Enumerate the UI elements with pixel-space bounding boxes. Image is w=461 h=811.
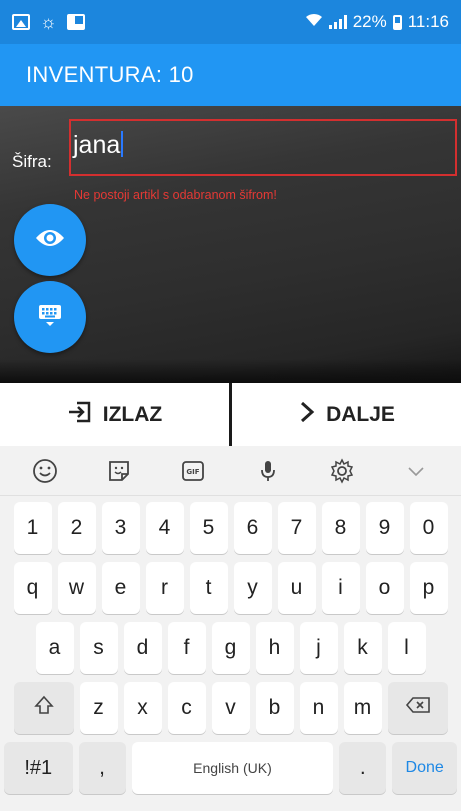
key[interactable]: b xyxy=(255,682,294,734)
next-label: DALJE xyxy=(326,402,395,426)
brightness-notification-icon: ☼ xyxy=(40,12,57,32)
keyboard-row-home: a s d f g h j k l xyxy=(4,622,457,674)
key[interactable]: c xyxy=(167,682,206,734)
exit-button[interactable]: IZLAZ xyxy=(0,383,229,446)
key[interactable]: 1 xyxy=(13,502,52,554)
key[interactable]: d xyxy=(123,622,162,674)
action-bar: IZLAZ DALJE xyxy=(0,383,461,446)
key[interactable]: q xyxy=(13,562,52,614)
code-label: Šifra: xyxy=(12,152,52,171)
exit-icon xyxy=(67,399,93,431)
page-title: INVENTURA: 10 xyxy=(26,62,194,87)
chevron-right-icon xyxy=(298,400,316,430)
key[interactable]: l xyxy=(387,622,426,674)
key[interactable]: k xyxy=(343,622,382,674)
app-bar: INVENTURA: 10 xyxy=(0,44,461,106)
error-message: Ne postoji artikl s odabranom šifrom! xyxy=(74,188,277,202)
signal-icon xyxy=(328,15,347,29)
settings-gear-icon[interactable] xyxy=(327,456,357,486)
app-notification-icon xyxy=(66,14,85,30)
period-key[interactable]: . xyxy=(339,742,387,794)
keyboard-row-numbers: 1 2 3 4 5 6 7 8 9 0 xyxy=(4,502,457,554)
code-input[interactable]: jana xyxy=(69,119,457,176)
keyboard-icon xyxy=(37,302,63,333)
exit-label: IZLAZ xyxy=(102,402,163,426)
keyboard-toolbar: GIF xyxy=(0,446,461,496)
key[interactable]: 0 xyxy=(409,502,448,554)
key[interactable]: e xyxy=(101,562,140,614)
key[interactable]: a xyxy=(35,622,74,674)
keyboard-row-bottom: z x c v b n m xyxy=(4,682,457,734)
key[interactable]: h xyxy=(255,622,294,674)
sticker-icon[interactable] xyxy=(104,456,134,486)
key[interactable]: r xyxy=(145,562,184,614)
microphone-icon[interactable] xyxy=(253,456,283,486)
done-key[interactable]: Done xyxy=(392,742,457,794)
emoji-icon[interactable] xyxy=(30,456,60,486)
key[interactable]: o xyxy=(365,562,404,614)
eye-icon xyxy=(35,228,65,253)
key[interactable]: v xyxy=(211,682,250,734)
status-system: 22% 11:16 xyxy=(305,12,449,32)
wifi-icon xyxy=(305,13,323,31)
key[interactable]: 3 xyxy=(101,502,140,554)
key[interactable]: w xyxy=(57,562,96,614)
backspace-key[interactable] xyxy=(387,682,448,734)
camera-preview: Šifra: jana Ne postoji artikl s odabrano… xyxy=(0,106,461,383)
space-bar[interactable]: English (UK) xyxy=(131,742,334,794)
key[interactable]: x xyxy=(123,682,162,734)
status-bar: ☼ 22% 11:16 xyxy=(0,0,461,44)
show-keyboard-button[interactable] xyxy=(14,281,86,353)
svg-text:GIF: GIF xyxy=(187,468,200,476)
key[interactable]: 4 xyxy=(145,502,184,554)
key[interactable]: g xyxy=(211,622,250,674)
code-input-value: jana xyxy=(73,131,121,159)
key[interactable]: f xyxy=(167,622,206,674)
shift-key[interactable] xyxy=(13,682,74,734)
shift-icon xyxy=(33,694,55,722)
soft-keyboard: GIF 1 2 3 4 5 6 7 8 9 0 q w e r t y u i … xyxy=(0,446,461,811)
keyboard-row-space: !#1 , English (UK) . Done xyxy=(4,742,457,794)
key[interactable]: j xyxy=(299,622,338,674)
key[interactable]: 2 xyxy=(57,502,96,554)
gif-icon[interactable]: GIF xyxy=(178,456,208,486)
backspace-icon xyxy=(405,696,431,720)
key[interactable]: u xyxy=(277,562,316,614)
view-button[interactable] xyxy=(14,204,86,276)
key[interactable]: 9 xyxy=(365,502,404,554)
status-notifications: ☼ xyxy=(12,13,85,31)
key[interactable]: i xyxy=(321,562,360,614)
key[interactable]: y xyxy=(233,562,272,614)
key[interactable]: s xyxy=(79,622,118,674)
key[interactable]: 8 xyxy=(321,502,360,554)
text-cursor xyxy=(121,131,124,157)
next-button[interactable]: DALJE xyxy=(232,383,461,446)
key[interactable]: 6 xyxy=(233,502,272,554)
key[interactable]: m xyxy=(343,682,382,734)
comma-key[interactable]: , xyxy=(78,742,126,794)
keyboard-row-top: q w e r t y u i o p xyxy=(4,562,457,614)
key[interactable]: 7 xyxy=(277,502,316,554)
key[interactable]: 5 xyxy=(189,502,228,554)
symbols-key[interactable]: !#1 xyxy=(4,742,73,794)
battery-icon xyxy=(392,14,402,30)
keyboard-keys: 1 2 3 4 5 6 7 8 9 0 q w e r t y u i o p … xyxy=(0,496,461,794)
gallery-notification-icon xyxy=(12,14,30,30)
clock: 11:16 xyxy=(407,12,449,31)
chevron-down-icon[interactable] xyxy=(401,456,431,486)
key[interactable]: t xyxy=(189,562,228,614)
key[interactable]: z xyxy=(79,682,118,734)
key[interactable]: n xyxy=(299,682,338,734)
battery-percent: 22% xyxy=(352,12,387,31)
key[interactable]: p xyxy=(409,562,448,614)
